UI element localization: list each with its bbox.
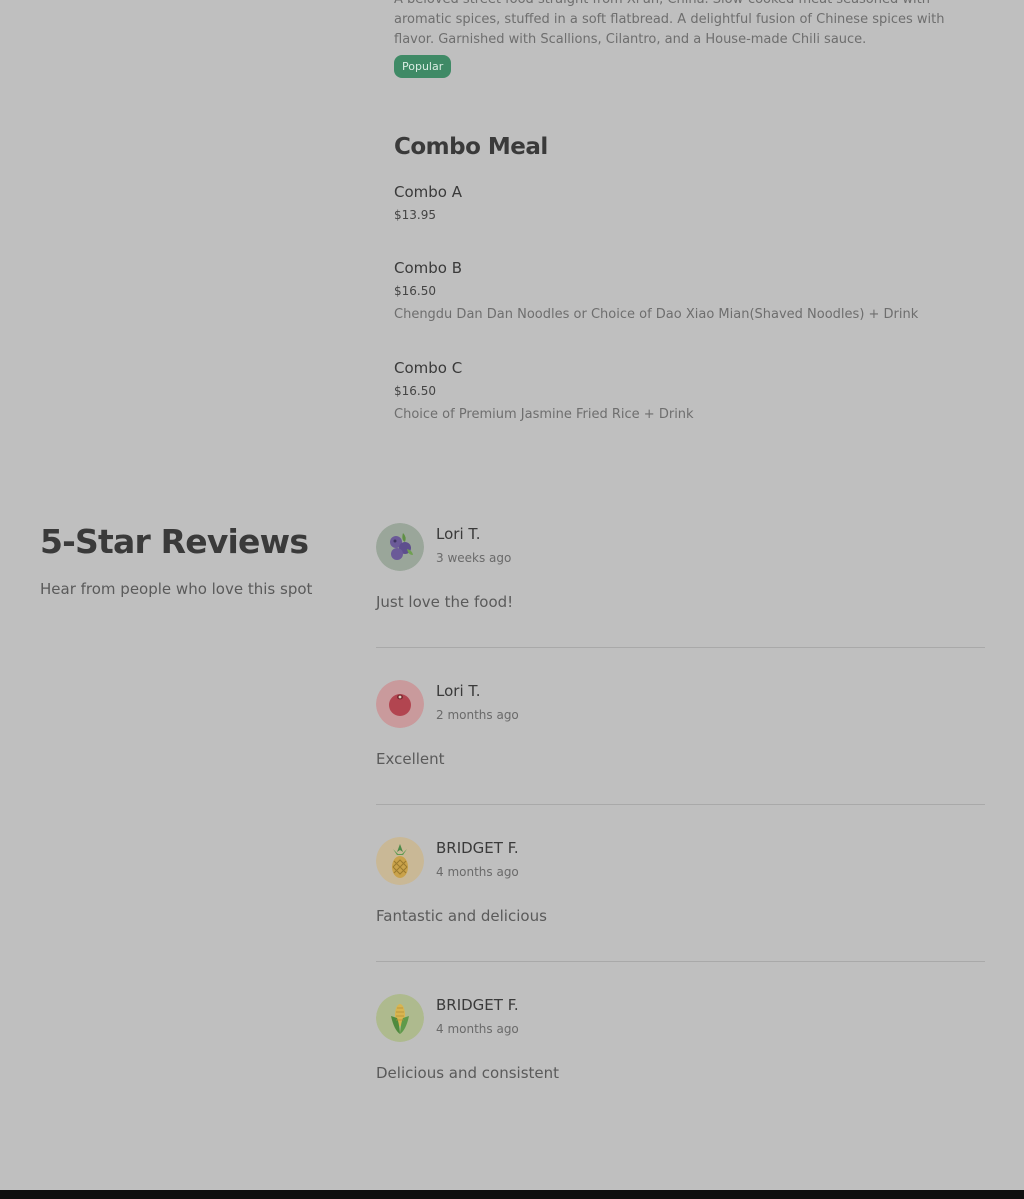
menu-item-description: Chengdu Dan Dan Noodles or Choice of Dao… bbox=[394, 307, 919, 322]
menu-item-name: Combo C bbox=[394, 359, 463, 377]
review-author: BRIDGET F. bbox=[436, 839, 519, 857]
reviews-subtitle: Hear from people who love this spot bbox=[40, 580, 313, 598]
review-text: Delicious and consistent bbox=[376, 1064, 560, 1082]
divider bbox=[376, 647, 985, 648]
review-text: Just love the food! bbox=[376, 593, 514, 611]
menu-item-description: Choice of Premium Jasmine Fried Rice + D… bbox=[394, 407, 694, 422]
review-author: Lori T. bbox=[436, 525, 481, 543]
review-card: Lori T. 3 weeks ago Just love the food! bbox=[376, 523, 985, 680]
review-author: BRIDGET F. bbox=[436, 996, 519, 1014]
review-card: Lori T. 2 months ago Excellent bbox=[376, 680, 985, 837]
page: A beloved street food straight from Xi'a… bbox=[0, 0, 1024, 1199]
menu-item-price: $13.95 bbox=[394, 208, 436, 222]
blueberry-icon bbox=[376, 523, 424, 571]
corn-icon bbox=[376, 994, 424, 1042]
avatar bbox=[376, 680, 424, 728]
menu-section-title: Combo Meal bbox=[394, 134, 548, 160]
review-text: Fantastic and delicious bbox=[376, 907, 547, 925]
menu-item-combo-b[interactable]: Combo B $16.50 Chengdu Dan Dan Noodles o… bbox=[394, 258, 984, 323]
menu-item-combo-a[interactable]: Combo A $13.95 bbox=[394, 182, 984, 223]
menu-item-price: $16.50 bbox=[394, 284, 436, 298]
review-time: 4 months ago bbox=[436, 865, 519, 879]
review-time: 2 months ago bbox=[436, 708, 519, 722]
footer-bar bbox=[0, 1190, 1024, 1199]
menu-item-name: Combo B bbox=[394, 259, 463, 277]
review-time: 4 months ago bbox=[436, 1022, 519, 1036]
avatar bbox=[376, 523, 424, 571]
avatar bbox=[376, 994, 424, 1042]
menu-item-combo-c[interactable]: Combo C $16.50 Choice of Premium Jasmine… bbox=[394, 358, 984, 423]
reviews-title: 5-Star Reviews bbox=[40, 522, 309, 561]
cherry-icon bbox=[376, 680, 424, 728]
review-author: Lori T. bbox=[436, 682, 481, 700]
popular-badge: Popular bbox=[394, 55, 452, 78]
divider bbox=[376, 804, 985, 805]
menu-item-price: $16.50 bbox=[394, 384, 436, 398]
divider bbox=[376, 961, 985, 962]
menu-item-description: A beloved street food straight from Xi'a… bbox=[394, 0, 945, 47]
pineapple-icon bbox=[376, 837, 424, 885]
menu-item-name: Combo A bbox=[394, 183, 462, 201]
review-time: 3 weeks ago bbox=[436, 551, 512, 565]
review-card: BRIDGET F. 4 months ago Fantastic and de… bbox=[376, 837, 985, 994]
review-card: BRIDGET F. 4 months ago Delicious and co… bbox=[376, 994, 985, 1151]
review-text: Excellent bbox=[376, 750, 445, 768]
avatar bbox=[376, 837, 424, 885]
